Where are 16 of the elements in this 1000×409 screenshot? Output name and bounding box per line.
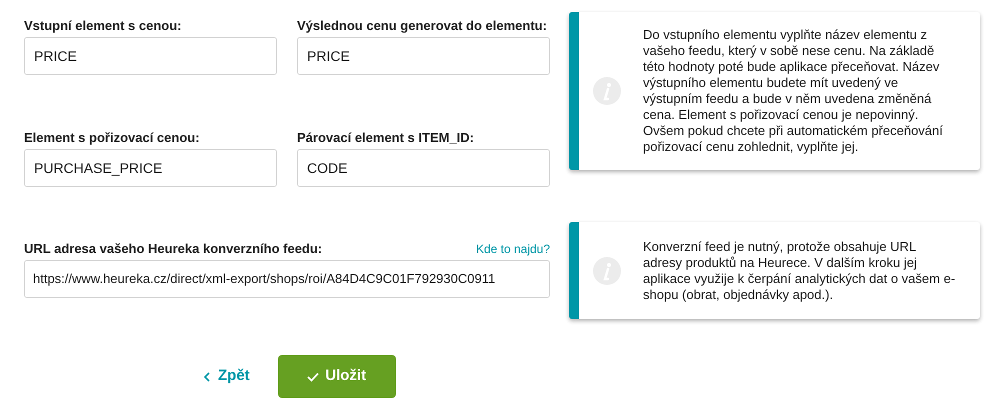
info-text: Konverzní feed je nutný, protože obsahuje URL adresy produktů na Heurece. V dalším kroku jej aplikace využije k čerpání analytických dat o vašem e-shopu (obrat, objednávky apod.). bbox=[643, 238, 956, 302]
chevron-left-icon bbox=[204, 372, 210, 382]
back-button[interactable]: Zpět bbox=[204, 365, 250, 388]
input-field[interactable]: PRICE bbox=[297, 37, 550, 75]
input-field[interactable]: CODE bbox=[297, 149, 550, 187]
field-label: URL adresa vašeho Heureka konverzního feedu: bbox=[24, 240, 322, 258]
field-label: Vstupní element s cenou: bbox=[24, 17, 182, 35]
help-link[interactable]: Kde to najdu? bbox=[476, 240, 550, 258]
field-label: Párovací element s ITEM_ID: bbox=[297, 129, 476, 147]
input-field[interactable]: PRICE bbox=[24, 37, 277, 75]
check-icon bbox=[307, 372, 320, 382]
info-text: Do vstupního elementu vyplňte název elementu z vašeho feedu, který v sobě nese cenu. Na základě této hodnoty poté bude aplikace přeceňovat. Název výstupního elementu budete mít uvedený ve výstupním feedu a bude v něm uvedena změněná cena. Element s pořizovací cenou je nepovinný. Ovšem pokud chcete při automatickém přeceňování pořizovací cenu zohlednit, vyplňte jej. bbox=[643, 27, 944, 155]
field-label: Výslednou cenu generovat do elementu: bbox=[297, 17, 548, 35]
input-field[interactable]: PURCHASE_PRICE bbox=[24, 149, 277, 187]
input-field[interactable]: https://www.heureka.cz/direct/xml-export/shops/roi/A84D4C9C01F792930C0911 bbox=[24, 260, 550, 298]
field-label: Element s pořizovací cenou: bbox=[24, 129, 201, 147]
